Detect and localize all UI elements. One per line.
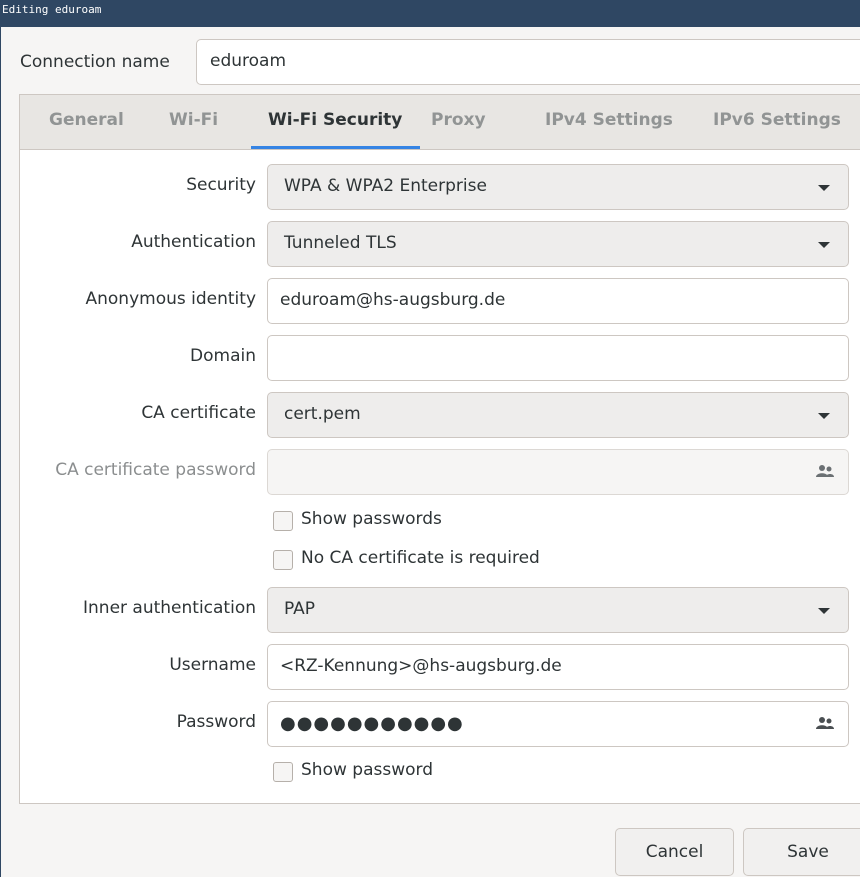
password-input[interactable]: ●●●●●●●●●●●	[267, 701, 849, 747]
connection-name-value: eduroam	[210, 51, 287, 71]
ca-certificate-label: CA certificate	[141, 403, 256, 423]
ca-certificate-combo[interactable]: cert.pem	[267, 392, 849, 438]
cancel-button[interactable]: Cancel	[615, 828, 734, 876]
tab-ipv6-settings[interactable]: IPv6 Settings	[713, 110, 841, 130]
show-password-checkbox[interactable]	[273, 762, 293, 782]
ca-certificate-password-input	[267, 449, 849, 495]
domain-label: Domain	[190, 346, 256, 366]
ca-certificate-password-label: CA certificate password	[55, 460, 256, 480]
authentication-label: Authentication	[131, 232, 256, 252]
password-value: ●●●●●●●●●●●	[280, 713, 464, 734]
active-tab-indicator	[251, 146, 420, 149]
tab-wifi-security[interactable]: Wi-Fi Security	[268, 110, 402, 130]
username-label: Username	[169, 655, 256, 675]
anonymous-identity-label: Anonymous identity	[85, 289, 257, 309]
show-passwords-checkbox[interactable]	[273, 511, 293, 531]
domain-input[interactable]	[267, 335, 849, 381]
inner-authentication-value: PAP	[284, 599, 316, 619]
tab-proxy[interactable]: Proxy	[431, 110, 486, 130]
save-button[interactable]: Save	[743, 828, 860, 876]
people-icon[interactable]	[816, 716, 834, 730]
show-password-row[interactable]: Show password	[273, 760, 573, 784]
tab-wifi[interactable]: Wi-Fi	[169, 110, 218, 130]
authentication-value: Tunneled TLS	[284, 233, 397, 253]
no-ca-required-checkbox[interactable]	[273, 550, 293, 570]
people-icon[interactable]	[816, 464, 834, 478]
password-label: Password	[176, 712, 256, 732]
username-input[interactable]: <RZ-Kennung>@hs-augsburg.de	[267, 644, 849, 690]
ca-certificate-value: cert.pem	[284, 404, 361, 424]
tab-ipv4-settings[interactable]: IPv4 Settings	[545, 110, 673, 130]
chevron-down-icon	[818, 413, 830, 419]
inner-authentication-combo[interactable]: PAP	[267, 587, 849, 633]
authentication-combo[interactable]: Tunneled TLS	[267, 221, 849, 267]
username-value: <RZ-Kennung>@hs-augsburg.de	[280, 656, 562, 676]
show-passwords-row[interactable]: Show passwords	[273, 509, 573, 533]
anonymous-identity-value: eduroam@hs-augsburg.de	[280, 290, 506, 310]
security-value: WPA & WPA2 Enterprise	[284, 176, 487, 196]
security-combo[interactable]: WPA & WPA2 Enterprise	[267, 164, 849, 210]
window-title: Editing eduroam	[2, 3, 102, 16]
show-password-label: Show password	[301, 760, 433, 780]
tab-general[interactable]: General	[49, 110, 124, 130]
dialog-body: Connection name eduroam General Wi-Fi Wi…	[0, 27, 860, 877]
security-label: Security	[186, 175, 256, 195]
connection-name-input[interactable]: eduroam	[196, 39, 860, 85]
no-ca-required-row[interactable]: No CA certificate is required	[273, 548, 613, 572]
window-titlebar: Editing eduroam	[0, 0, 860, 27]
show-passwords-label: Show passwords	[301, 509, 442, 529]
no-ca-required-label: No CA certificate is required	[301, 548, 540, 568]
tab-bar: General Wi-Fi Wi-Fi Security Proxy IPv4 …	[20, 95, 860, 150]
connection-name-row: Connection name eduroam	[1, 39, 860, 87]
connection-name-label: Connection name	[20, 52, 170, 72]
anonymous-identity-input[interactable]: eduroam@hs-augsburg.de	[267, 278, 849, 324]
chevron-down-icon	[818, 185, 830, 191]
inner-authentication-label: Inner authentication	[83, 598, 256, 618]
chevron-down-icon	[818, 608, 830, 614]
chevron-down-icon	[818, 242, 830, 248]
